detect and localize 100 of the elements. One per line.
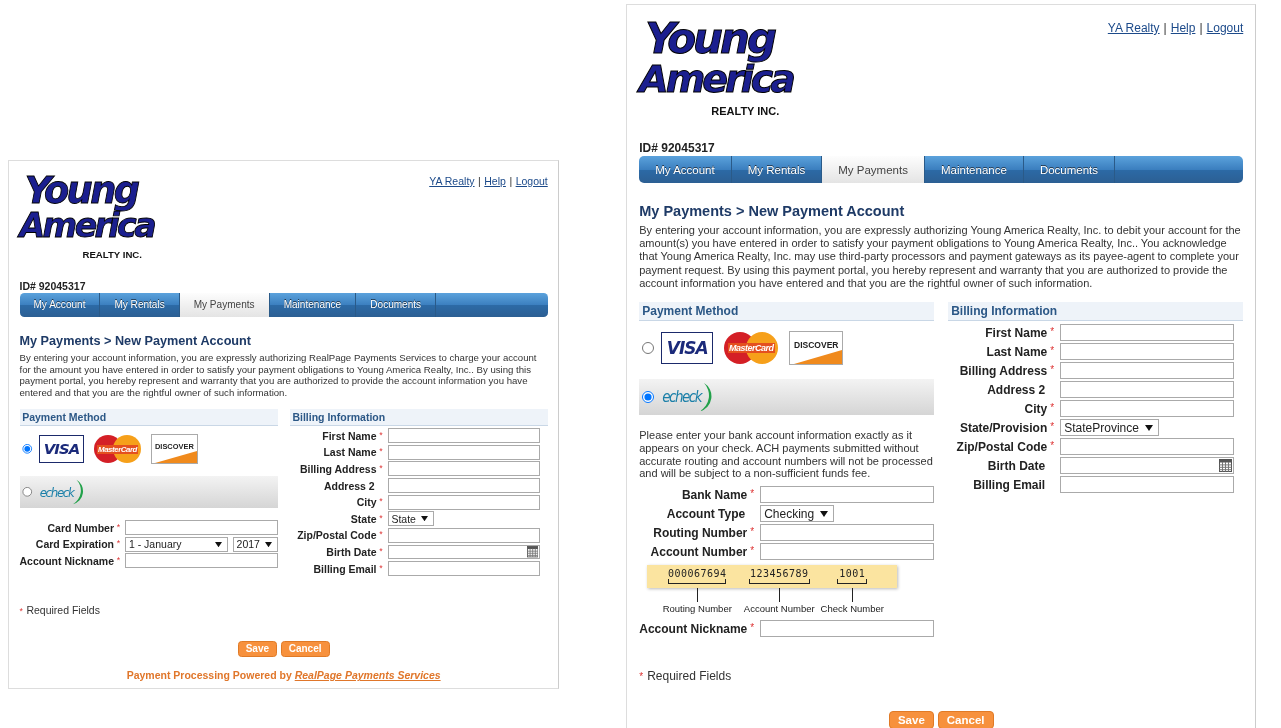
input-field[interactable]	[387, 461, 541, 477]
required-note: Required Fields	[647, 669, 732, 684]
field-label: Zip/Postal Code	[297, 529, 377, 542]
leader-line	[778, 588, 780, 603]
required-marker: *	[379, 462, 383, 473]
input-field[interactable]	[1060, 438, 1235, 455]
field-label: Address 2	[987, 382, 1046, 397]
tab[interactable]: My Account	[639, 156, 732, 183]
required-marker: *	[1050, 401, 1055, 413]
required-marker: *	[379, 562, 383, 573]
required-marker: *	[1050, 439, 1055, 451]
dropdown[interactable]: State	[387, 511, 434, 527]
header-link[interactable]: YA Realty	[429, 175, 475, 187]
field-label: Account Nickname	[19, 554, 115, 567]
page-heading: My Payments > New Payment Account	[639, 203, 906, 219]
input-field[interactable]	[1060, 362, 1235, 379]
logo-tagline: REALTY INC.	[711, 105, 781, 117]
bracket-line	[748, 579, 810, 585]
field-label: Routing Number	[653, 525, 748, 540]
input-field[interactable]	[1060, 324, 1235, 341]
radio-button[interactable]	[642, 342, 655, 354]
account-id: ID# 92045317	[19, 280, 87, 292]
echeck-logo: echeck	[38, 476, 86, 508]
mastercard-logo: MasterCard	[93, 435, 142, 464]
discover-logo: DISCOVER	[789, 331, 844, 365]
input-field[interactable]	[760, 620, 935, 638]
disclaimer-text: By entering your account information, you are expressly authorizing Young America Realty, Inc. to debit your account for the amount(s) you have entered in order to satisfy your payment obligations to Young America Realty, Inc.. You acknowledge that Young America Realty, Inc. may use third-party processors and payment gateways as its payee-agent to complete your payment request. By using this payment portal, you hereby represent and warranty that you are authorized to provide the account information you have entered and that you are the rightful owner of such information.	[639, 224, 1242, 290]
tab[interactable]: Documents	[1023, 156, 1116, 183]
link-separator: |	[509, 175, 513, 187]
field-label: State	[350, 512, 377, 525]
footer-text: Payment Processing Powered by RealPage Payments Services	[125, 669, 442, 682]
required-marker: *	[1050, 325, 1055, 337]
input-field[interactable]	[1060, 381, 1235, 398]
input-field[interactable]	[1060, 476, 1235, 493]
required-marker: *	[379, 496, 383, 507]
field-label: Last Name	[323, 446, 377, 459]
input-field[interactable]	[760, 486, 935, 504]
required-marker: *	[1050, 420, 1055, 432]
radio-button[interactable]	[22, 443, 33, 455]
input-field[interactable]	[387, 428, 541, 444]
account-id: ID# 92045317	[639, 141, 716, 155]
caret-icon	[820, 510, 829, 517]
field-label: Account Number	[650, 544, 748, 559]
leader-line	[851, 588, 853, 603]
radio-button[interactable]	[22, 486, 33, 498]
field-label: Address 2	[323, 479, 375, 492]
dropdown[interactable]: 1 - January	[125, 536, 228, 552]
header-link[interactable]: Help	[484, 175, 506, 187]
input-field[interactable]	[125, 553, 278, 569]
page-heading: My Payments > New Payment Account	[19, 334, 253, 348]
input-field[interactable]	[125, 520, 278, 535]
input-field[interactable]	[1060, 343, 1235, 360]
tab[interactable]: Maintenance	[269, 292, 357, 317]
header-link[interactable]: Logout	[515, 175, 548, 187]
tab[interactable]: Maintenance	[924, 156, 1024, 183]
instructions-text: Please enter your bank account information exactly as it appears on your check. ACH payments submitted without accurate routing and account numbers will not be processed and will be subject to a non-sufficient funds fee.	[639, 429, 934, 481]
tab[interactable]: My Payments	[179, 292, 270, 317]
input-field[interactable]	[387, 444, 541, 460]
required-marker: *	[19, 606, 23, 617]
date-field[interactable]	[387, 544, 541, 560]
disclaimer-text: By entering your account information, you are expressly authorizing RealPage Payments Services to charge your account for the amount you have entered in order to satisfy your payment obligations to Young America Realty, Inc.. By using this payment portal, you hereby represent and warranty that you are authorized to provide the account information you have entered and that you are the rightful owner of such information.	[19, 352, 538, 399]
input-field[interactable]	[760, 524, 935, 542]
tab[interactable]: My Payments	[822, 156, 925, 183]
diagram-label: Routing Number	[662, 603, 732, 615]
dropdown[interactable]: Checking	[760, 505, 835, 523]
diagram-label: Account Number	[743, 603, 815, 615]
input-field[interactable]	[387, 478, 541, 493]
header-link[interactable]: Help	[1170, 21, 1196, 35]
link-separator: |	[1163, 21, 1167, 35]
section-header: Payment Method	[19, 409, 278, 426]
required-marker: *	[1050, 344, 1055, 356]
field-label: City	[356, 496, 377, 509]
date-field[interactable]	[1060, 457, 1235, 474]
required-marker: *	[379, 429, 383, 440]
field-label: Billing Address	[959, 363, 1048, 378]
field-label: Last Name	[986, 344, 1048, 359]
dropdown[interactable]: 2017	[232, 536, 278, 552]
tab[interactable]: Documents	[356, 292, 437, 317]
field-label: Bank Name	[681, 487, 748, 502]
dropdown[interactable]: StateProvince	[1060, 419, 1159, 436]
tab[interactable]: My Account	[19, 292, 101, 317]
tab[interactable]: My Rentals	[100, 292, 180, 317]
radio-button[interactable]	[642, 391, 655, 403]
leader-line	[696, 588, 698, 603]
input-field[interactable]	[1060, 400, 1235, 417]
input-field[interactable]	[760, 543, 935, 561]
caret-icon	[265, 541, 273, 547]
visa-logo: VISA	[38, 435, 85, 464]
required-marker: *	[750, 544, 755, 556]
header-link[interactable]: YA Realty	[1107, 21, 1160, 35]
field-label: Card Expiration	[35, 538, 115, 551]
input-field[interactable]	[387, 561, 541, 577]
link-separator: |	[1199, 21, 1203, 35]
required-marker: *	[116, 554, 121, 565]
input-field[interactable]	[387, 494, 541, 510]
field-label: Card Number	[47, 521, 115, 534]
micr-number: 1001	[839, 568, 866, 580]
required-marker: *	[750, 487, 755, 499]
input-field[interactable]	[387, 527, 541, 543]
header-link[interactable]: Logout	[1206, 21, 1244, 35]
